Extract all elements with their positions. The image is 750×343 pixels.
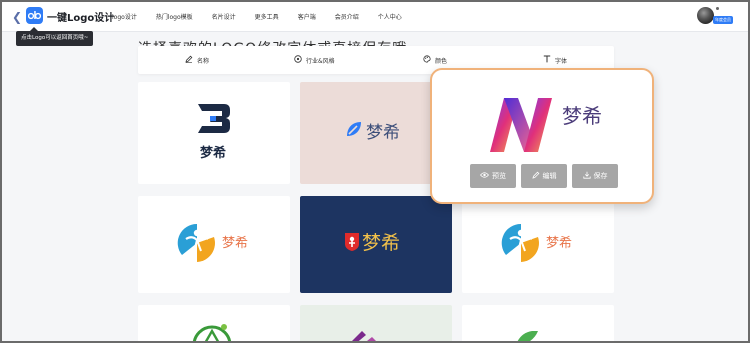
filter-tab-font[interactable]: 字体 [543,55,567,65]
app-logo-icon[interactable] [26,7,43,24]
edit-button[interactable]: 编辑 [521,164,567,188]
leaf-logo-icon [517,331,538,341]
home-tooltip: 点击Logo可以返回首页哦~ [16,27,94,46]
logo-text: 梦希 [562,104,602,128]
save-button-label: 保存 [593,172,608,180]
filter-tab-industry-style[interactable]: 行业&风格 [294,55,335,65]
logo-text: 梦希 [546,236,573,251]
chevron-left-icon[interactable]: ❮ [12,10,24,24]
nav-item-card-design[interactable]: 名片设计 [212,12,236,21]
nav-item-membership[interactable]: 会员介绍 [335,12,359,21]
logo-mark-b [198,104,230,133]
ribbon-logo-icon [352,331,376,341]
avatar[interactable] [697,7,714,24]
shield-logo-icon [345,233,359,251]
logo-card[interactable] [300,305,452,341]
logo-text: 梦希 [200,146,227,161]
logo-card[interactable]: 梦希 [462,196,614,293]
filter-tab-label: 行业&风格 [306,57,335,65]
pen-icon [531,171,540,181]
filter-tab-name[interactable]: 名称 [185,55,209,65]
nav-item-more-tools[interactable]: 更多工具 [255,12,279,21]
vip-badge: 年度会员 [713,16,733,24]
brand-name[interactable]: 一键Logo设计 [47,9,114,24]
logo-text: 梦希 [222,236,249,251]
notification-dot [716,7,719,10]
top-navigation-bar: ❮ 一键Logo设计 logo设计 热门logo模板 名片设计 更多工具 客户端… [2,2,748,32]
pen-icon [185,55,193,65]
logo-card[interactable]: 梦希 [138,196,290,293]
preview-button[interactable]: 预览 [470,164,516,188]
save-button[interactable]: 保存 [572,164,618,188]
logo-card[interactable] [138,305,290,341]
palette-icon [423,55,431,65]
filter-tab-label: 名称 [197,57,210,65]
logo-text: 梦希 [366,123,400,143]
nav-item-logo-design[interactable]: logo设计 [112,12,137,21]
compass-icon [294,55,302,65]
text-icon [543,55,551,65]
logo-card[interactable]: 梦希 [300,196,452,293]
main-nav: logo设计 热门logo模板 名片设计 更多工具 客户端 会员介绍 个人中心 [112,12,421,21]
logo-card[interactable]: 梦希 [138,82,290,184]
nav-item-user-center[interactable]: 个人中心 [378,12,402,21]
filter-tab-color[interactable]: 颜色 [423,55,447,65]
edit-button-label: 编辑 [542,172,557,180]
eye-icon [479,172,490,180]
logo-card[interactable] [462,305,614,341]
people-logo-icon [501,223,539,262]
wreath-logo-icon [192,324,232,341]
download-icon [582,171,591,181]
leaf-logo-icon [347,122,361,136]
preview-button-label: 预览 [492,172,506,180]
filter-tab-label: 字体 [555,57,568,65]
app-window: ❮ 一键Logo设计 logo设计 热门logo模板 名片设计 更多工具 客户端… [0,0,750,343]
n-logo-icon [490,98,552,152]
nav-item-client[interactable]: 客户端 [298,12,316,21]
people-logo-icon [177,223,215,262]
logo-hover-preview: 梦希 预览 编辑 保存 [430,68,654,204]
nav-item-logo-templates[interactable]: 热门logo模板 [156,12,193,21]
filter-tab-label: 颜色 [435,57,448,65]
logo-text: 梦希 [362,232,401,254]
